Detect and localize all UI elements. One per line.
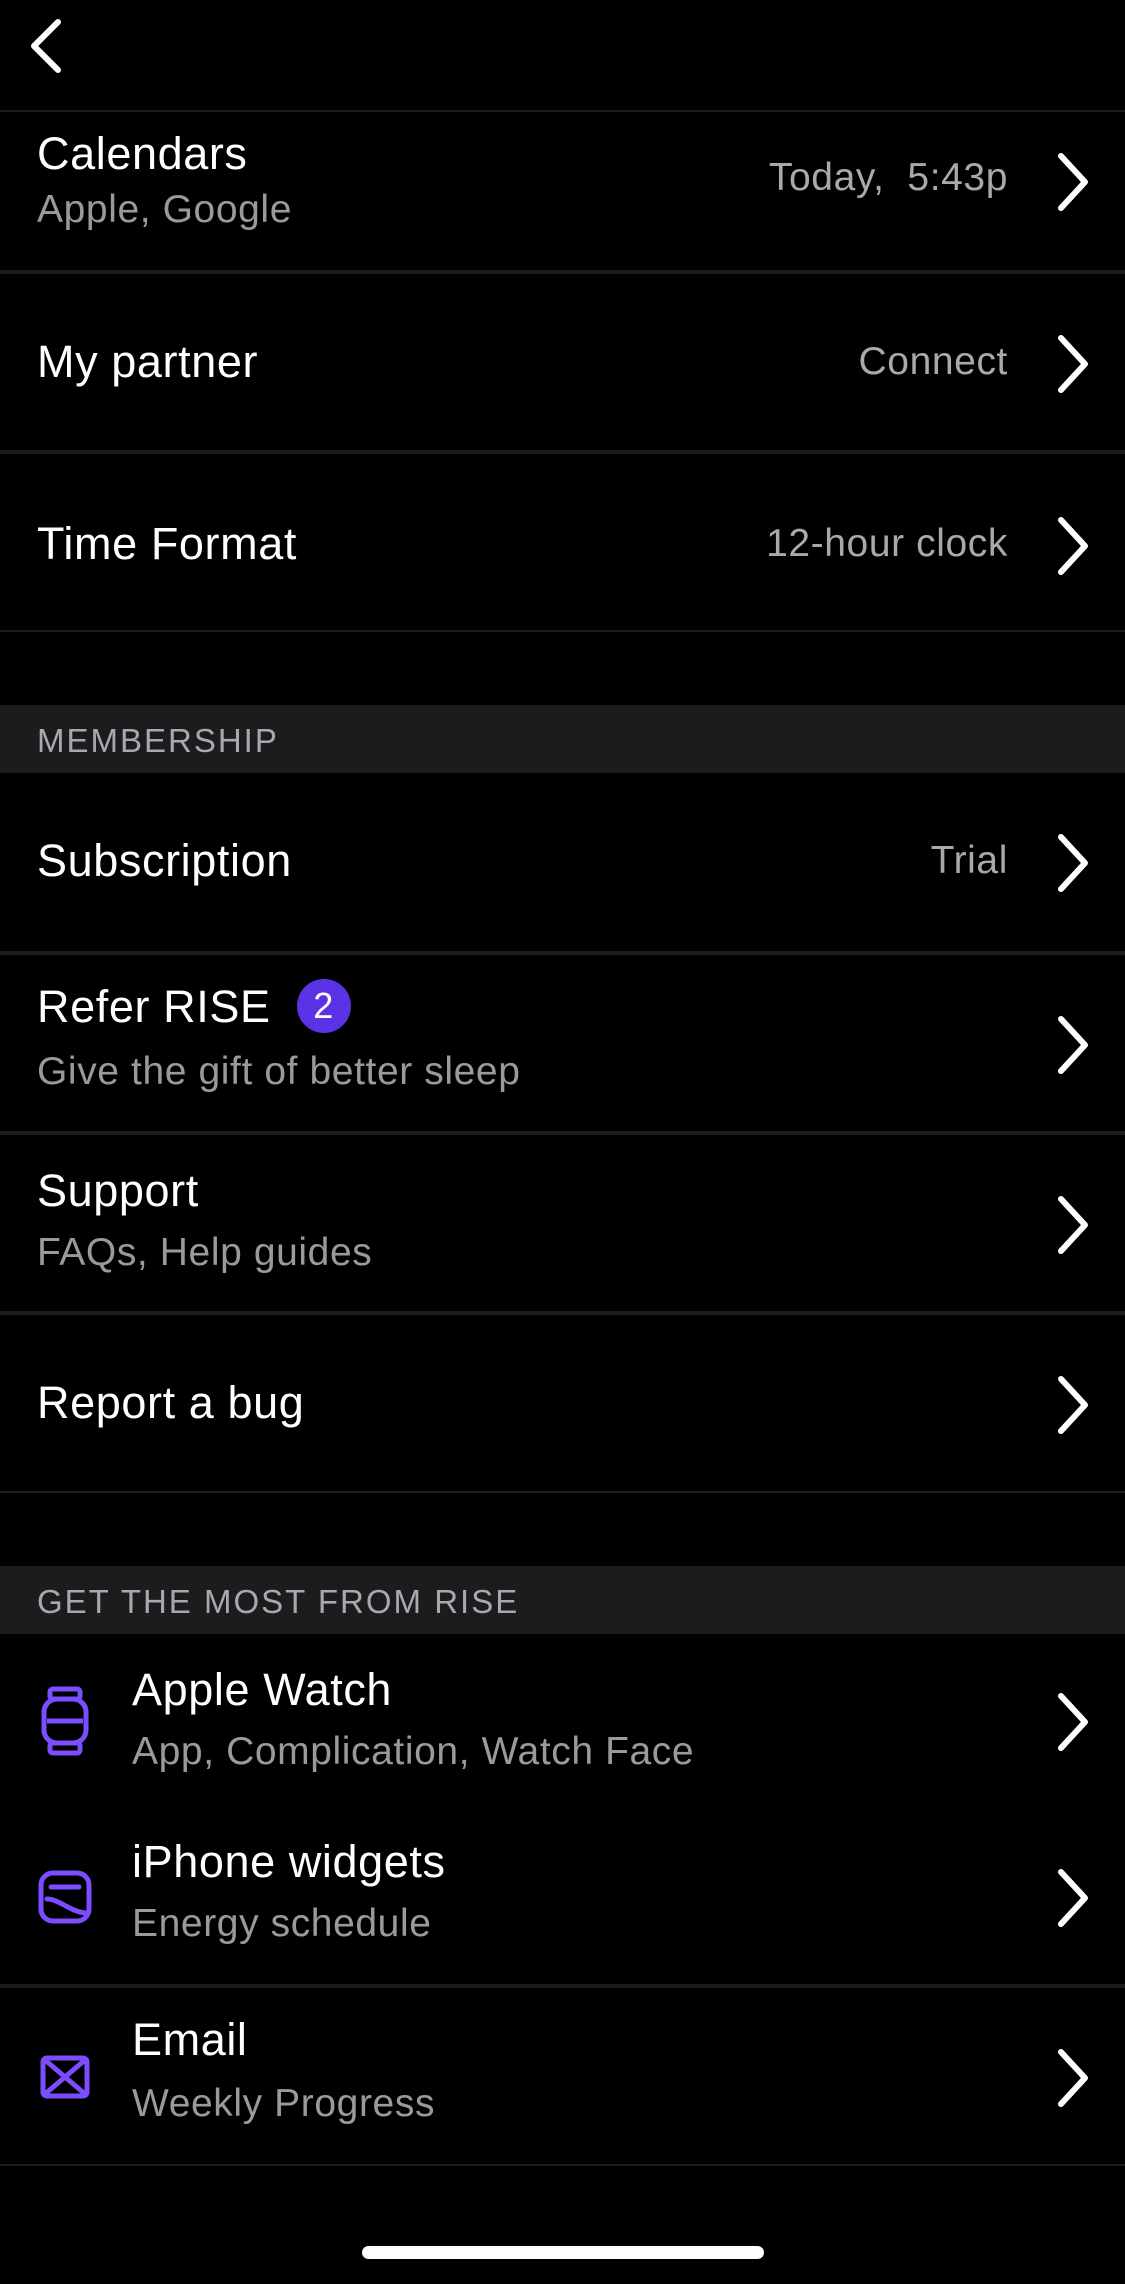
email-row[interactable]: Email Weekly Progress: [0, 1988, 1125, 2166]
email-title: Email: [132, 2014, 248, 2065]
chevron-right-icon: [1058, 517, 1088, 575]
chevron-right-icon: [1058, 2049, 1088, 2107]
support-row[interactable]: Support FAQs, Help guides: [0, 1135, 1125, 1315]
chevron-right-icon: [1058, 834, 1088, 892]
iphone-widgets-row[interactable]: iPhone widgets Energy schedule: [0, 1810, 1125, 1988]
chevron-right-icon: [1058, 1016, 1088, 1074]
back-button[interactable]: [18, 14, 74, 78]
calendars-value: Today, 5:43p: [768, 156, 1008, 199]
time-format-title: Time Format: [37, 518, 297, 569]
chevron-right-icon: [1058, 1693, 1088, 1751]
calendars-title: Calendars: [37, 128, 248, 179]
support-subtitle: FAQs, Help guides: [37, 1231, 373, 1274]
iphone-widgets-title: iPhone widgets: [132, 1836, 446, 1887]
my-partner-title: My partner: [37, 336, 259, 387]
referral-count-badge: 2: [296, 979, 351, 1033]
home-indicator[interactable]: [362, 2246, 764, 2259]
iphone-widgets-subtitle: Energy schedule: [132, 1902, 432, 1945]
chevron-left-icon: [31, 19, 61, 73]
chevron-right-icon: [1058, 153, 1088, 211]
my-partner-value: Connect: [858, 340, 1008, 383]
apple-watch-title: Apple Watch: [132, 1664, 393, 1715]
envelope-icon: [36, 2042, 94, 2112]
refer-rise-subtitle: Give the gift of better sleep: [37, 1050, 521, 1093]
email-subtitle: Weekly Progress: [132, 2082, 436, 2125]
apple-watch-subtitle: App, Complication, Watch Face: [132, 1730, 695, 1773]
widget-icon: [36, 1862, 94, 1932]
time-format-row[interactable]: Time Format 12-hour clock: [0, 454, 1125, 632]
membership-header-label: MEMBERSHIP: [37, 722, 279, 759]
subscription-row[interactable]: Subscription Trial: [0, 773, 1125, 955]
support-title: Support: [37, 1165, 199, 1216]
report-bug-row[interactable]: Report a bug: [0, 1315, 1125, 1493]
calendars-row[interactable]: Calendars Apple, Google Today, 5:43p: [0, 112, 1125, 274]
refer-rise-title-wrap: Refer RISE 2: [37, 979, 351, 1033]
time-format-value: 12-hour clock: [766, 522, 1008, 565]
chevron-right-icon: [1058, 1196, 1088, 1254]
top-nav-bar: [0, 0, 1125, 112]
get-most-header-label: GET THE MOST FROM RISE: [37, 1583, 520, 1620]
refer-rise-title: Refer RISE: [37, 981, 271, 1032]
subscription-title: Subscription: [37, 835, 292, 886]
membership-section-header: MEMBERSHIP: [0, 705, 1125, 773]
chevron-right-icon: [1058, 1869, 1088, 1927]
my-partner-row[interactable]: My partner Connect: [0, 274, 1125, 454]
chevron-right-icon: [1058, 335, 1088, 393]
subscription-value: Trial: [930, 839, 1008, 882]
calendars-subtitle: Apple, Google: [37, 188, 292, 231]
apple-watch-row[interactable]: Apple Watch App, Complication, Watch Fac…: [0, 1634, 1125, 1810]
watch-icon: [36, 1686, 94, 1756]
report-bug-title: Report a bug: [37, 1377, 305, 1428]
refer-rise-row[interactable]: Refer RISE 2 Give the gift of better slee…: [0, 955, 1125, 1135]
get-most-section-header: GET THE MOST FROM RISE: [0, 1566, 1125, 1634]
chevron-right-icon: [1058, 1376, 1088, 1434]
